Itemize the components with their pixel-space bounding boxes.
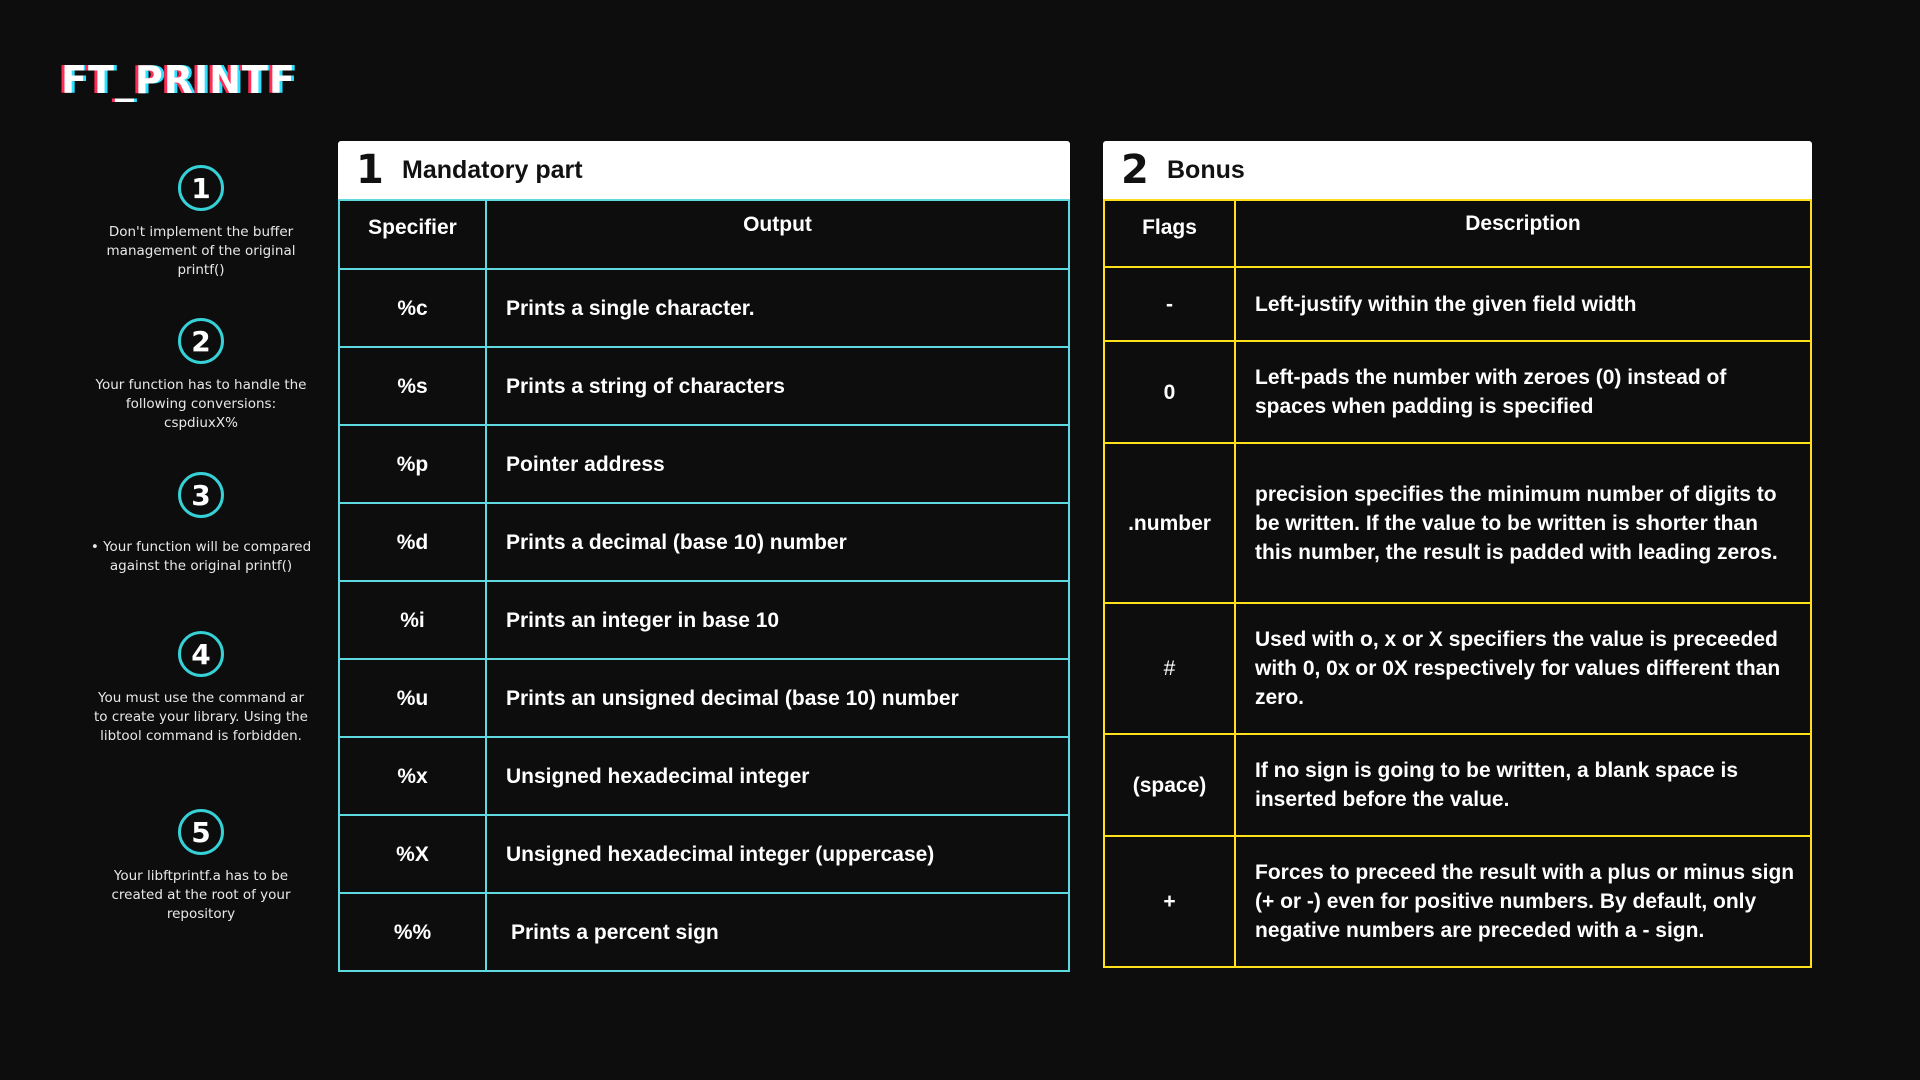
step-number-badge: 3 — [178, 472, 224, 518]
section-number: 2 — [1121, 147, 1149, 193]
step-number-badge: 1 — [178, 165, 224, 211]
step-number-badge: 5 — [178, 809, 224, 855]
note-4: 4 You must use the command ar to create … — [90, 631, 312, 746]
table-header-row: Specifier Output — [338, 199, 1070, 270]
output-cell: Prints a percent sign — [485, 892, 1070, 972]
flags-table: Flags Description - Left-justify within … — [1103, 199, 1812, 968]
specifier-cell: %s — [338, 346, 487, 426]
table-row: (space) If no sign is going to be writte… — [1103, 733, 1812, 837]
specifier-cell: %d — [338, 502, 487, 582]
output-cell: Unsigned hexadecimal integer (uppercase) — [485, 814, 1070, 894]
column-header-specifier: Specifier — [338, 199, 487, 270]
note-text: • Your function will be compared against… — [90, 539, 312, 574]
table-row: %X Unsigned hexadecimal integer (upperca… — [338, 814, 1070, 894]
column-header-flags: Flags — [1103, 199, 1236, 268]
output-cell: Pointer address — [485, 424, 1070, 504]
table-row: %x Unsigned hexadecimal integer — [338, 736, 1070, 816]
page-title: FT_PRINTF — [61, 58, 296, 102]
output-cell: Prints an integer in base 10 — [485, 580, 1070, 660]
table-row: %i Prints an integer in base 10 — [338, 580, 1070, 660]
table-row: %s Prints a string of characters — [338, 346, 1070, 426]
flag-cell: # — [1103, 602, 1236, 735]
mandatory-panel: 1 Mandatory part Specifier Output %c Pri… — [338, 141, 1070, 972]
note-5: 5 Your libftprintf.a has to be created a… — [90, 809, 312, 924]
table-row: %u Prints an unsigned decimal (base 10) … — [338, 658, 1070, 738]
specifier-cell: %i — [338, 580, 487, 660]
flag-cell: .number — [1103, 442, 1236, 604]
flag-cell: - — [1103, 266, 1236, 342]
table-row: # Used with o, x or X specifiers the val… — [1103, 602, 1812, 735]
flag-cell: + — [1103, 835, 1236, 968]
flag-cell: (space) — [1103, 733, 1236, 837]
section-number: 1 — [356, 147, 384, 193]
description-cell: Left-pads the number with zeroes (0) ins… — [1234, 340, 1812, 444]
flag-cell: 0 — [1103, 340, 1236, 444]
table-row: 0 Left-pads the number with zeroes (0) i… — [1103, 340, 1812, 444]
table-row: %c Prints a single character. — [338, 268, 1070, 348]
section-title: Mandatory part — [402, 155, 583, 184]
note-text: Your libftprintf.a has to be created at … — [111, 868, 291, 922]
note-1: 1 Don't implement the buffer management … — [90, 165, 312, 280]
specifier-cell: %% — [338, 892, 487, 972]
description-cell: Left-justify within the given field widt… — [1234, 266, 1812, 342]
note-2: 2 Your function has to handle the follow… — [90, 318, 312, 433]
column-header-output: Output — [485, 199, 1070, 270]
table-header-row: Flags Description — [1103, 199, 1812, 268]
specifier-cell: %X — [338, 814, 487, 894]
table-row: .number precision specifies the minimum … — [1103, 442, 1812, 604]
specifier-cell: %c — [338, 268, 487, 348]
output-cell: Prints a decimal (base 10) number — [485, 502, 1070, 582]
specifier-table: Specifier Output %c Prints a single char… — [338, 199, 1070, 972]
specifier-cell: %u — [338, 658, 487, 738]
output-cell: Prints a string of characters — [485, 346, 1070, 426]
bonus-header: 2 Bonus — [1103, 141, 1812, 199]
table-row: - Left-justify within the given field wi… — [1103, 266, 1812, 342]
output-cell: Prints an unsigned decimal (base 10) num… — [485, 658, 1070, 738]
specifier-cell: %p — [338, 424, 487, 504]
note-3: 3 • Your function will be compared again… — [90, 472, 312, 576]
description-cell: Forces to preceed the result with a plus… — [1234, 835, 1812, 968]
description-cell: If no sign is going to be written, a bla… — [1234, 733, 1812, 837]
note-text: Your function has to handle the followin… — [95, 377, 307, 431]
description-cell: Used with o, x or X specifiers the value… — [1234, 602, 1812, 735]
table-row: %% Prints a percent sign — [338, 892, 1070, 972]
table-row: %p Pointer address — [338, 424, 1070, 504]
step-number-badge: 4 — [178, 631, 224, 677]
description-cell: precision specifies the minimum number o… — [1234, 442, 1812, 604]
table-row: %d Prints a decimal (base 10) number — [338, 502, 1070, 582]
bonus-panel: 2 Bonus Flags Description - Left-justify… — [1103, 141, 1812, 968]
note-text: Don't implement the buffer management of… — [106, 224, 296, 278]
output-cell: Unsigned hexadecimal integer — [485, 736, 1070, 816]
column-header-description: Description — [1234, 199, 1812, 268]
step-number-badge: 2 — [178, 318, 224, 364]
note-text: You must use the command ar to create yo… — [94, 690, 308, 744]
output-cell: Prints a single character. — [485, 268, 1070, 348]
section-title: Bonus — [1167, 155, 1245, 184]
mandatory-header: 1 Mandatory part — [338, 141, 1070, 199]
table-row: + Forces to preceed the result with a pl… — [1103, 835, 1812, 968]
specifier-cell: %x — [338, 736, 487, 816]
